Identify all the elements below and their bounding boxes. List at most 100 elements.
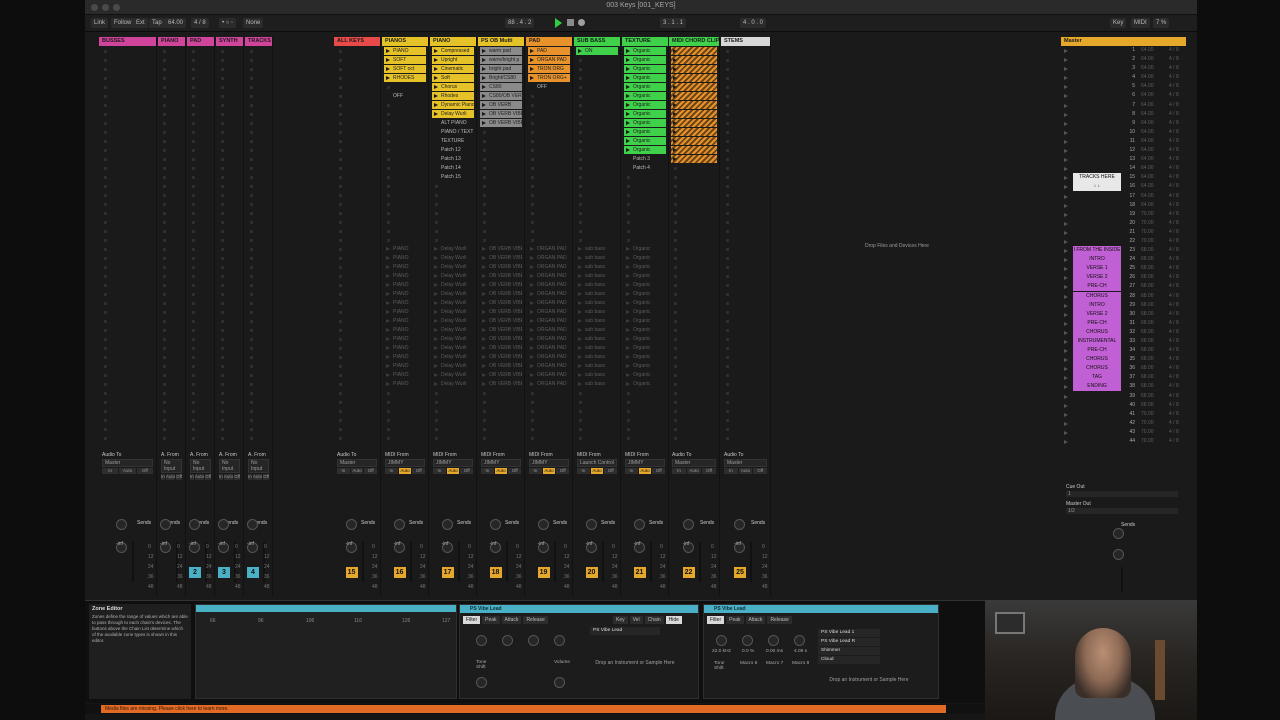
clip[interactable]: PIANO bbox=[384, 371, 426, 380]
clip-slot[interactable] bbox=[576, 65, 618, 74]
scene-row[interactable]: PRE-CH 27 68.00 4 / 8 bbox=[1061, 282, 1186, 292]
clip[interactable] bbox=[671, 91, 717, 100]
scene-tempo[interactable]: 68.00 bbox=[1141, 255, 1154, 264]
clip-slot[interactable] bbox=[723, 191, 768, 200]
clip-slot[interactable] bbox=[101, 65, 154, 74]
clip-slot[interactable] bbox=[160, 173, 183, 182]
macro-knob[interactable] bbox=[476, 677, 487, 688]
scene-row[interactable]: 18 64.00 4 / 8 bbox=[1061, 201, 1186, 210]
clip[interactable]: Patch 15 bbox=[432, 173, 474, 182]
clip-slot[interactable] bbox=[247, 317, 270, 326]
scene-tempo[interactable]: 68.00 bbox=[1141, 264, 1154, 273]
master-fader[interactable] bbox=[1121, 567, 1123, 592]
loop-start-field[interactable]: 3 . 1 . 1 bbox=[660, 18, 687, 28]
clip[interactable]: ORGAN PAD bbox=[528, 344, 570, 353]
macro-knob[interactable] bbox=[768, 635, 779, 646]
clip-slot[interactable] bbox=[218, 83, 241, 92]
clip-slot[interactable] bbox=[384, 110, 426, 119]
clip-slot[interactable] bbox=[160, 380, 183, 389]
clip[interactable]: ORGAN PAD bbox=[528, 281, 570, 290]
scene-row[interactable]: 9 64.00 4 / 8 bbox=[1061, 119, 1186, 128]
macro-knob[interactable] bbox=[554, 677, 565, 688]
clip-slot[interactable] bbox=[432, 209, 474, 218]
clip[interactable]: Organic bbox=[624, 127, 666, 136]
clip-slot[interactable] bbox=[247, 380, 270, 389]
clip[interactable]: Dynamic Piano bbox=[432, 100, 474, 109]
vel-tab[interactable]: Vel bbox=[629, 616, 643, 624]
volume-fader[interactable] bbox=[649, 542, 652, 582]
clip-slot[interactable] bbox=[101, 146, 154, 155]
clip-slot[interactable] bbox=[218, 164, 241, 173]
clip-slot[interactable] bbox=[671, 290, 717, 299]
clip-slot[interactable] bbox=[218, 245, 241, 254]
clip-slot[interactable] bbox=[671, 362, 717, 371]
clip-slot[interactable] bbox=[723, 146, 768, 155]
clip-slot[interactable] bbox=[671, 245, 717, 254]
clip[interactable]: Delay Wurli bbox=[432, 254, 474, 263]
clip-slot[interactable] bbox=[101, 47, 154, 56]
send-knob[interactable] bbox=[393, 519, 405, 530]
track-activator-button[interactable]: 25 bbox=[734, 567, 746, 578]
clip-slot[interactable] bbox=[723, 353, 768, 362]
clip-slot[interactable] bbox=[101, 191, 154, 200]
clip-slot[interactable] bbox=[336, 263, 378, 272]
clip-slot[interactable] bbox=[160, 272, 183, 281]
clip-slot[interactable] bbox=[189, 389, 212, 398]
clip-slot[interactable] bbox=[160, 137, 183, 146]
scene-row[interactable]: VERSE 1 25 68.00 4 / 8 bbox=[1061, 264, 1186, 274]
scene-tempo[interactable]: 68.00 bbox=[1141, 382, 1154, 391]
scene-tempo[interactable]: 70.00 bbox=[1141, 237, 1154, 246]
clip[interactable]: OB VERB VIBE L bbox=[480, 380, 522, 389]
scene-signature[interactable]: 4 / 8 bbox=[1169, 301, 1179, 310]
clip[interactable] bbox=[671, 73, 717, 82]
scene-signature[interactable]: 4 / 8 bbox=[1169, 173, 1179, 182]
clip-slot[interactable] bbox=[218, 308, 241, 317]
clip-slot[interactable] bbox=[247, 155, 270, 164]
clip[interactable]: PIANO bbox=[384, 344, 426, 353]
clip-slot[interactable] bbox=[336, 200, 378, 209]
clip-slot[interactable] bbox=[101, 317, 154, 326]
clip-slot[interactable] bbox=[247, 218, 270, 227]
clip[interactable]: PIANO bbox=[384, 362, 426, 371]
clip[interactable]: ORGAN PAD bbox=[528, 299, 570, 308]
clip-slot[interactable] bbox=[218, 65, 241, 74]
clip[interactable]: OB VERB VIBE L bbox=[480, 353, 522, 362]
clip-slot[interactable] bbox=[101, 227, 154, 236]
clip-slot[interactable] bbox=[528, 173, 570, 182]
scene-tempo[interactable]: 68.00 bbox=[1141, 292, 1154, 301]
clip[interactable]: sub bass bbox=[576, 272, 618, 281]
macro-release[interactable]: Release bbox=[523, 616, 548, 624]
clip-slot[interactable] bbox=[247, 389, 270, 398]
scene-signature[interactable]: 4 / 8 bbox=[1169, 346, 1179, 355]
clip-slot[interactable] bbox=[247, 173, 270, 182]
scene-launch-icon[interactable] bbox=[1064, 212, 1068, 217]
clip-slot[interactable] bbox=[160, 110, 183, 119]
clip-slot[interactable] bbox=[189, 254, 212, 263]
master-out-select[interactable]: 1/2 bbox=[1066, 508, 1178, 514]
clip-slot[interactable] bbox=[480, 155, 522, 164]
clip-slot[interactable] bbox=[218, 425, 241, 434]
clip-slot[interactable] bbox=[384, 434, 426, 443]
clip-slot[interactable] bbox=[247, 137, 270, 146]
clip-slot[interactable] bbox=[218, 137, 241, 146]
track-activator-button[interactable]: 18 bbox=[489, 567, 502, 578]
clip-slot[interactable] bbox=[336, 353, 378, 362]
clip-slot[interactable] bbox=[189, 128, 212, 137]
clip[interactable]: Organic bbox=[624, 118, 666, 127]
clip-slot[interactable] bbox=[101, 119, 154, 128]
track-header[interactable]: SYNTH bbox=[216, 37, 243, 46]
clip-slot[interactable] bbox=[480, 209, 522, 218]
clip[interactable]: ORGAN PAD bbox=[528, 317, 570, 326]
scene-signature[interactable]: 4 / 8 bbox=[1169, 228, 1179, 237]
clip[interactable]: PIANO bbox=[384, 353, 426, 362]
track-header[interactable]: PAD bbox=[526, 37, 572, 46]
clip-slot[interactable] bbox=[528, 101, 570, 110]
scene-row[interactable]: 14 64.00 4 / 8 bbox=[1061, 164, 1186, 173]
clip-slot[interactable] bbox=[189, 110, 212, 119]
scene-signature[interactable]: 4 / 8 bbox=[1169, 46, 1179, 55]
clip-slot[interactable] bbox=[576, 110, 618, 119]
clip-slot[interactable] bbox=[247, 353, 270, 362]
clip-slot[interactable] bbox=[101, 290, 154, 299]
scene-tempo[interactable]: 64.00 bbox=[1141, 164, 1154, 173]
scene-launch-icon[interactable] bbox=[1064, 121, 1068, 126]
